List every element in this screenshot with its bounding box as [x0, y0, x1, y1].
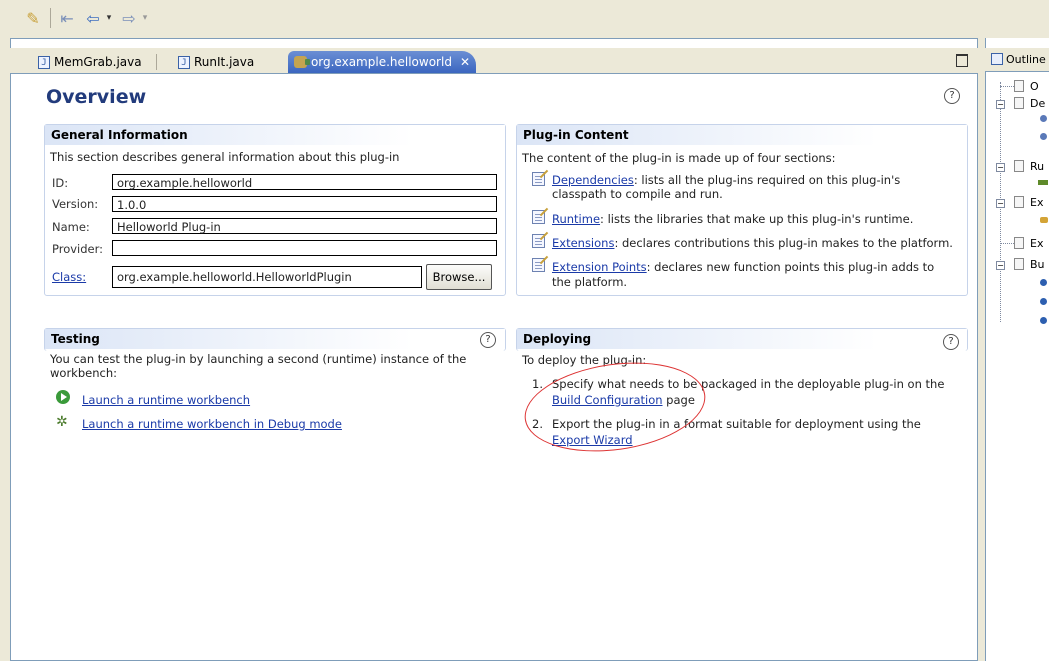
outline-header: Outline: [985, 48, 1049, 72]
back-arrow-icon[interactable]: ⇦: [84, 8, 102, 28]
collapse-icon[interactable]: −: [996, 261, 1005, 270]
tree-node-icon: [1014, 196, 1024, 208]
extensions-text: : declares contributions this plug-in ma…: [614, 236, 953, 250]
launch-runtime-workbench-link[interactable]: Launch a runtime workbench: [82, 393, 250, 407]
section-title: Deploying: [523, 332, 592, 346]
help-icon[interactable]: ?: [480, 332, 496, 348]
tree-item[interactable]: Ru: [1030, 160, 1044, 173]
class-field[interactable]: org.example.helloworld.HelloworldPlugin: [112, 266, 422, 288]
id-label: ID:: [52, 176, 69, 190]
tree-item[interactable]: Ex: [1030, 196, 1043, 209]
outline-panel: [985, 38, 1049, 661]
panel-divider[interactable]: [978, 38, 985, 661]
toolbar-separator: [50, 8, 51, 28]
content-intro: The content of the plug-in is made up of…: [522, 151, 836, 165]
section-title: General Information: [51, 128, 188, 142]
tab-label: MemGrab.java: [54, 55, 142, 69]
dependencies-item: Dependencies: lists all the plug-ins req…: [552, 173, 900, 187]
tree-node-icon: [1014, 80, 1024, 92]
tree-item[interactable]: Bu: [1030, 258, 1045, 271]
section-title: Plug-in Content: [523, 128, 629, 142]
tree-item[interactable]: De: [1030, 97, 1045, 110]
runtime-link[interactable]: Runtime: [552, 212, 600, 226]
last-edit-icon[interactable]: ⇤: [58, 8, 76, 28]
build-node-icon: [1040, 317, 1047, 324]
extension-node-icon: [1040, 217, 1048, 223]
runtime-text: : lists the libraries that make up this …: [600, 212, 914, 226]
outline-icon: [991, 53, 1003, 65]
library-node-icon: [1038, 180, 1048, 185]
debug-icon: ✲: [56, 414, 68, 430]
deploying-section: Deploying: [516, 328, 968, 351]
forward-dropdown-icon[interactable]: ▾: [140, 8, 150, 28]
plugin-icon: [294, 56, 310, 68]
tree-connector: [1000, 243, 1014, 244]
dependencies-text: : lists all the plug-ins required on thi…: [633, 173, 901, 187]
tree-item[interactable]: Ex: [1030, 237, 1043, 250]
tab-label: org.example.helloworld: [310, 55, 452, 69]
testing-description: You can test the plug-in by launching a …: [50, 352, 467, 366]
section-header: Plug-in Content: [517, 125, 967, 145]
browse-button[interactable]: Browse...: [426, 264, 492, 290]
tab-label: RunIt.java: [194, 55, 255, 69]
build-node-icon: [1040, 298, 1047, 305]
java-file-icon: J: [38, 55, 50, 69]
extensions-item: Extensions: declares contributions this …: [552, 236, 953, 250]
extension-points-item: Extension Points: declares new function …: [552, 260, 934, 274]
section-header: General Information: [45, 125, 505, 145]
dependencies-link[interactable]: Dependencies: [552, 173, 634, 187]
runtime-item: Runtime: lists the libraries that make u…: [552, 212, 913, 226]
name-field[interactable]: Helloworld Plug-in: [112, 218, 497, 234]
tab-separator: [156, 54, 157, 70]
run-icon: [56, 390, 70, 404]
tree-connector: [1000, 86, 1014, 87]
tree-node-icon: [1014, 160, 1024, 172]
id-field[interactable]: org.example.helloworld: [112, 174, 497, 190]
extensions-link[interactable]: Extensions: [552, 236, 614, 250]
section-header: Deploying: [517, 329, 967, 349]
tab-memgrab[interactable]: J MemGrab.java: [32, 51, 150, 73]
extension-points-text-line2: the platform.: [552, 275, 628, 289]
build-node-icon: [1040, 279, 1047, 286]
class-link[interactable]: Class:: [52, 270, 86, 284]
tree-item[interactable]: O: [1030, 80, 1039, 93]
name-label: Name:: [52, 220, 90, 234]
extension-points-text: : declares new function points this plug…: [646, 260, 935, 274]
dependency-node-icon: [1040, 115, 1047, 122]
launch-debug-workbench-link[interactable]: Launch a runtime workbench in Debug mode: [82, 417, 342, 431]
tab-plugin-manifest[interactable]: org.example.helloworld ✕: [288, 51, 476, 73]
outline-title: Outline: [1006, 53, 1046, 66]
dependency-node-icon: [1040, 133, 1047, 140]
testing-description-line2: workbench:: [50, 366, 117, 380]
maximize-icon[interactable]: [956, 54, 968, 67]
pen-icon[interactable]: ✎: [24, 8, 42, 28]
extension-points-link[interactable]: Extension Points: [552, 260, 647, 274]
dependencies-text-line2: classpath to compile and run.: [552, 187, 723, 201]
section-description: This section describes general informati…: [50, 150, 400, 164]
close-tab-icon[interactable]: ✕: [460, 55, 470, 69]
section-header: Testing: [45, 329, 505, 349]
help-icon[interactable]: ?: [943, 334, 959, 350]
forward-arrow-icon[interactable]: ⇨: [120, 8, 138, 28]
tree-node-icon: [1014, 237, 1024, 249]
tab-runit[interactable]: J RunIt.java: [172, 51, 280, 73]
tree-node-icon: [1014, 258, 1024, 270]
help-icon[interactable]: ?: [944, 88, 960, 104]
collapse-icon[interactable]: −: [996, 163, 1005, 172]
collapse-icon[interactable]: −: [996, 100, 1005, 109]
version-label: Version:: [52, 197, 99, 211]
back-dropdown-icon[interactable]: ▾: [104, 8, 114, 28]
testing-section: Testing: [44, 328, 506, 351]
provider-label: Provider:: [52, 242, 104, 256]
tree-node-icon: [1014, 97, 1024, 109]
version-field[interactable]: 1.0.0: [112, 196, 497, 212]
editor-tab-bar: J MemGrab.java J RunIt.java org.example.…: [10, 48, 978, 74]
main-toolbar: ✎ ⇤ ⇦ ▾ ⇨ ▾: [0, 0, 1049, 38]
page-title: Overview: [46, 86, 147, 108]
section-title: Testing: [51, 332, 100, 346]
java-file-icon: J: [178, 55, 190, 69]
collapse-icon[interactable]: −: [996, 199, 1005, 208]
provider-field[interactable]: [112, 240, 497, 256]
